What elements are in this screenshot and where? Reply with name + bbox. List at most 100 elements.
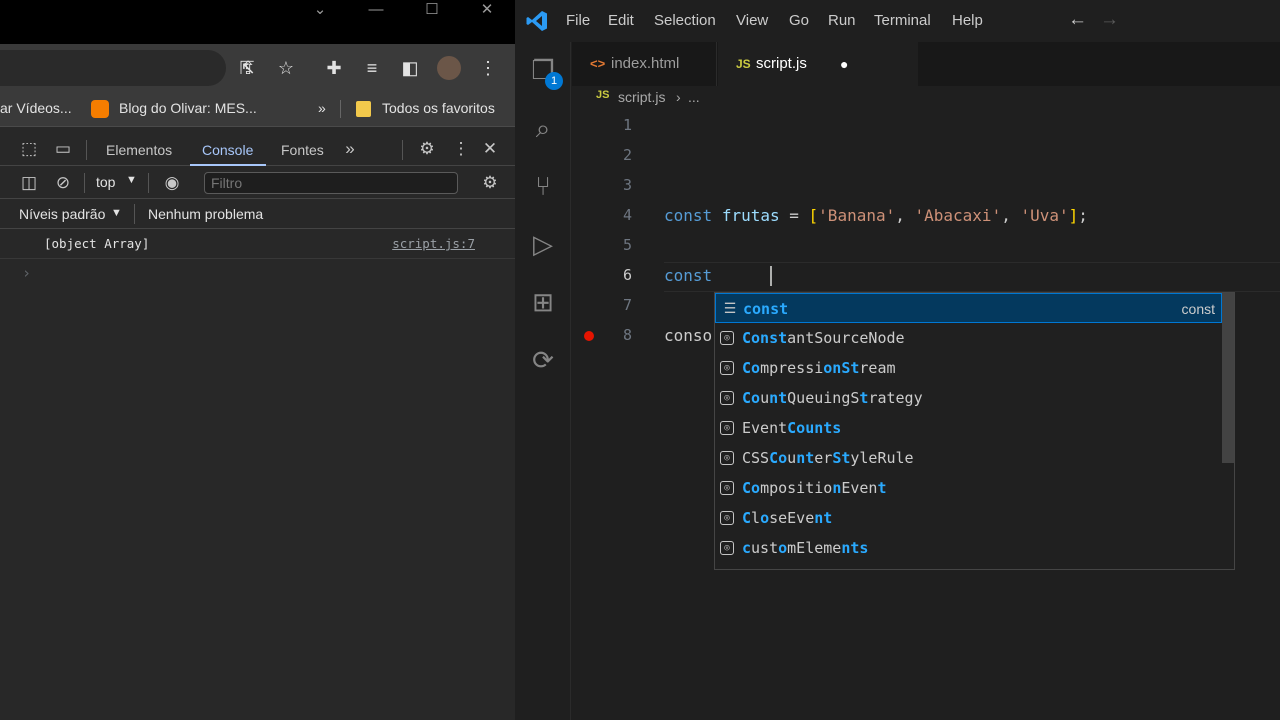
close-window-icon[interactable]: ✕ (459, 0, 515, 20)
chrome-titlebar: ⌄ — ☐ ✕ (0, 0, 515, 44)
suggestion-label: CompositionEvent (742, 479, 887, 497)
menu-terminal[interactable]: Terminal (874, 12, 931, 29)
run-debug-icon[interactable]: ▷ (527, 228, 559, 260)
close-devtools-icon[interactable]: ✕ (479, 138, 501, 160)
line-number-active: 6 (622, 266, 632, 284)
console-prompt[interactable]: › (0, 259, 515, 289)
autocomplete-suggestions: ☰ const const ◎ ConstantSourceNode ◎ Compressi… (714, 292, 1235, 570)
line-number: 4 (622, 206, 632, 224)
operator: = (789, 206, 799, 225)
inspect-element-icon[interactable]: ⬚ (18, 138, 40, 160)
menu-selection[interactable]: Selection (654, 12, 716, 29)
eye-icon[interactable]: ◉ (161, 172, 183, 194)
clear-console-icon[interactable]: ⊘ (52, 172, 74, 194)
menu-view[interactable]: View (736, 12, 768, 29)
tab-script-js[interactable]: JS script.js ● (718, 42, 918, 86)
source-control-icon[interactable]: ⑂ (527, 170, 559, 202)
kebab-menu-icon[interactable]: ⋮ (450, 138, 472, 160)
breadcrumb-file[interactable]: script.js (618, 89, 665, 105)
vscode-titlebar: File Edit Selection View Go Run Terminal… (515, 0, 1280, 42)
divider (402, 140, 403, 160)
menu-edit[interactable]: Edit (608, 12, 634, 29)
console-message: [object Array] script.js:7 (0, 229, 515, 259)
chevron-down-icon[interactable]: ⌄ (292, 0, 348, 20)
html-icon: <> (590, 56, 606, 71)
log-levels-dropdown[interactable]: Níveis padrão (19, 206, 105, 222)
divider (148, 173, 149, 193)
tab-elements[interactable]: Elementos (106, 142, 172, 158)
back-arrow-icon[interactable]: ← (1068, 9, 1087, 31)
suggest-scrollbar[interactable] (1222, 293, 1234, 463)
forward-arrow-icon[interactable]: → (1100, 9, 1119, 31)
tab-sources[interactable]: Fontes (281, 142, 324, 158)
bracket: ] (1068, 206, 1079, 225)
code-line-8: conso (664, 326, 713, 345)
chevron-down-icon[interactable]: ▼ (126, 174, 137, 186)
suggestion-item[interactable]: ◎ customElements (715, 533, 1222, 563)
tab-label: index.html (611, 55, 680, 72)
source-link[interactable]: script.js:7 (392, 236, 475, 251)
settings-gear-icon[interactable]: ⚙ (416, 138, 438, 160)
bookmark-blog[interactable]: Blog do Olivar: MES... (119, 100, 257, 116)
suggestion-item[interactable]: ◎ CountQueuingStrategy (715, 383, 1222, 413)
string-literal: 'Uva' (1020, 206, 1069, 225)
divider (84, 173, 85, 193)
comma: , (895, 206, 915, 225)
activity-bar: ❐ 1 ⌕ ⑂ ▷ ⊞ ⟳ (515, 42, 571, 720)
suggestion-item[interactable]: ◎ CSSCounterStyleRule (715, 443, 1222, 473)
menu-file[interactable]: File (566, 12, 590, 29)
menu-go[interactable]: Go (789, 12, 809, 29)
media-queue-icon[interactable]: ≡ (360, 56, 384, 80)
minimize-icon[interactable]: — (348, 0, 404, 20)
current-line-highlight (664, 262, 1280, 292)
extensions-icon[interactable]: ✚ (322, 56, 346, 80)
tab-index-html[interactable]: <> index.html (572, 42, 717, 86)
suggestion-item[interactable]: ☰ const const (715, 293, 1222, 323)
issues-count[interactable]: Nenhum problema (148, 206, 263, 222)
context-selector[interactable]: top (96, 174, 115, 190)
tab-console[interactable]: Console (202, 142, 253, 158)
class-symbol-icon: ◎ (720, 481, 734, 495)
breadcrumb-rest[interactable]: ... (688, 89, 700, 105)
breadcrumb-separator-icon: › (676, 89, 681, 105)
suggestion-item[interactable]: ◎ ConstantSourceNode (715, 323, 1222, 353)
class-symbol-icon: ◎ (720, 451, 734, 465)
side-panel-icon[interactable]: ◧ (398, 56, 422, 80)
sidebar-toggle-icon[interactable]: ◫ (18, 172, 40, 194)
suggestion-item[interactable]: ◎ CompositionEvent (715, 473, 1222, 503)
extensions-icon[interactable]: ⊞ (527, 286, 559, 318)
suggestion-label: CSSCounterStyleRule (742, 449, 914, 467)
share-icon[interactable]: ⇱ (235, 56, 259, 80)
maximize-icon[interactable]: ☐ (404, 0, 460, 20)
suggestion-item[interactable]: ◎ CloseEvent (715, 503, 1222, 533)
vscode-logo-icon (525, 9, 549, 33)
divider (86, 140, 87, 160)
suggestion-label: ConstantSourceNode (742, 329, 905, 347)
comma: , (1001, 206, 1021, 225)
menu-run[interactable]: Run (828, 12, 856, 29)
suggestion-item[interactable]: ◎ CompressionStream (715, 353, 1222, 383)
unsaved-dot-icon[interactable]: ● (840, 42, 848, 86)
kebab-menu-icon[interactable]: ⋮ (476, 56, 500, 80)
star-icon[interactable]: ☆ (274, 56, 298, 80)
class-symbol-icon: ◎ (720, 421, 734, 435)
menu-help[interactable]: Help (952, 12, 983, 29)
identifier: frutas (721, 206, 780, 225)
chevron-down-icon[interactable]: ▼ (111, 207, 122, 219)
chrome-window: ⌄ — ☐ ✕ ⇪ ⇱ ☆ ✚ ≡ ◧ ⋮ ar Vídeos... Blog … (0, 0, 515, 720)
line-number: 1 (622, 116, 632, 134)
bookmark-videos[interactable]: ar Vídeos... (0, 100, 72, 116)
address-bar[interactable]: ⇪ (0, 50, 256, 86)
more-tabs-icon[interactable]: » (339, 138, 361, 160)
suggestion-label: customElements (742, 539, 869, 557)
filter-input[interactable] (204, 172, 458, 194)
breadcrumb: JS script.js › ... (572, 86, 1280, 110)
remote-explorer-icon[interactable]: ⟳ (527, 344, 559, 376)
device-toolbar-icon[interactable]: ▭ (52, 138, 74, 160)
suggestion-item[interactable]: ◎ EventCounts (715, 413, 1222, 443)
avatar[interactable] (437, 56, 461, 80)
bookmark-all-favorites[interactable]: Todos os favoritos (382, 100, 495, 116)
console-settings-gear-icon[interactable]: ⚙ (479, 172, 501, 194)
more-bookmarks-icon[interactable]: » (318, 100, 326, 116)
search-icon[interactable]: ⌕ (527, 112, 559, 144)
